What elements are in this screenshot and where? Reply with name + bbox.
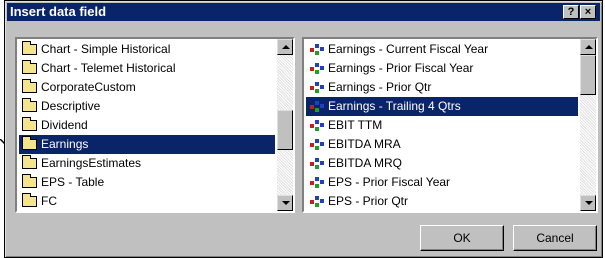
data-field-icon xyxy=(310,44,324,55)
scroll-down-arrow-icon xyxy=(282,201,290,205)
list-item[interactable]: Earnings - Prior Fiscal Year xyxy=(306,59,578,78)
scroll-down-arrow-icon xyxy=(585,201,593,205)
data-field-icon xyxy=(310,82,324,93)
window-title: Insert data field xyxy=(10,4,107,19)
list-item-label: EBIT TTM xyxy=(328,118,383,132)
list-item[interactable]: Earnings - Current Fiscal Year xyxy=(306,40,578,59)
folder-icon xyxy=(22,117,37,131)
list-item-label: Dividend xyxy=(41,118,88,132)
list-item-label: EBITDA MRQ xyxy=(328,156,403,170)
title-bar: Insert data field ? × xyxy=(7,3,600,21)
field-listbox[interactable]: Earnings - Current Fiscal Year Earnings -… xyxy=(302,37,598,213)
field-scroll-down-button[interactable] xyxy=(580,195,596,211)
list-item-label: EPS - Prior Fiscal Year xyxy=(328,175,451,189)
field-scroll-thumb[interactable] xyxy=(580,55,596,95)
data-field-icon xyxy=(310,63,324,74)
list-item[interactable]: EarningsEstimates xyxy=(19,154,275,173)
folder-icon xyxy=(22,98,37,112)
list-item[interactable]: FC xyxy=(19,192,275,211)
insert-data-field-dialog: Insert data field ? × Chart - Simple His… xyxy=(4,0,603,258)
data-field-icon xyxy=(310,139,324,150)
data-field-icon xyxy=(310,177,324,188)
list-item[interactable]: EBITDA MRA xyxy=(306,135,578,154)
field-scroll-up-button[interactable] xyxy=(580,39,596,55)
list-item-label: EarningsEstimates xyxy=(41,156,142,170)
category-list: Chart - Simple Historical Chart - Telemet… xyxy=(19,40,275,211)
list-item-label: EPS - Table xyxy=(41,175,105,189)
list-item[interactable]: Earnings - Prior Qtr xyxy=(306,78,578,97)
list-item-label: Earnings - Current Fiscal Year xyxy=(328,42,489,56)
list-item-label: Earnings - Trailing 4 Qtrs xyxy=(328,99,461,113)
list-item-label: FC xyxy=(41,194,57,208)
list-item[interactable]: Dividend xyxy=(19,116,275,135)
scroll-up-arrow-icon xyxy=(282,45,290,49)
folder-icon xyxy=(22,136,37,150)
field-scrollbar[interactable] xyxy=(580,39,596,211)
folder-icon xyxy=(22,41,37,55)
folder-icon xyxy=(22,155,37,169)
list-item-label: EBITDA MRA xyxy=(328,137,401,151)
list-item[interactable]: Descriptive xyxy=(19,97,275,116)
list-item-label: Chart - Telemet Historical xyxy=(41,61,176,75)
cancel-button[interactable]: Cancel xyxy=(513,225,597,251)
data-field-icon xyxy=(310,120,324,131)
list-item[interactable]: EPS - Prior Qtr xyxy=(306,192,578,211)
folder-icon xyxy=(22,60,37,74)
list-item[interactable]: Chart - Telemet Historical xyxy=(19,59,275,78)
list-item-label: EPS - Prior Qtr xyxy=(328,194,409,208)
list-item-label: Earnings - Prior Fiscal Year xyxy=(328,61,474,75)
list-item-label: Earnings xyxy=(41,137,89,151)
help-button[interactable]: ? xyxy=(563,5,579,19)
category-scroll-thumb[interactable] xyxy=(277,110,293,150)
field-list: Earnings - Current Fiscal Year Earnings -… xyxy=(306,40,578,211)
list-item[interactable]: Earnings - Trailing 4 Qtrs xyxy=(306,97,578,116)
folder-icon xyxy=(22,79,37,93)
category-scroll-down-button[interactable] xyxy=(277,195,293,211)
list-item-label: CorporateCustom xyxy=(41,80,136,94)
data-field-icon xyxy=(310,158,324,169)
category-listbox[interactable]: Chart - Simple Historical Chart - Telemet… xyxy=(15,37,295,213)
folder-icon xyxy=(22,193,37,207)
list-item[interactable]: Earnings xyxy=(19,135,275,154)
category-scrollbar[interactable] xyxy=(277,39,293,211)
close-button[interactable]: × xyxy=(580,5,596,19)
list-item[interactable]: EBITDA MRQ xyxy=(306,154,578,173)
list-item[interactable]: EPS - Table xyxy=(19,173,275,192)
list-item-label: Chart - Simple Historical xyxy=(41,42,171,56)
data-field-icon xyxy=(310,101,324,112)
list-item[interactable]: EPS - Prior Fiscal Year xyxy=(306,173,578,192)
list-item[interactable]: EBIT TTM xyxy=(306,116,578,135)
list-item[interactable]: CorporateCustom xyxy=(19,78,275,97)
data-field-icon xyxy=(310,196,324,207)
ok-button[interactable]: OK xyxy=(420,225,504,251)
scroll-up-arrow-icon xyxy=(585,45,593,49)
list-item-label: Earnings - Prior Qtr xyxy=(328,80,432,94)
category-scroll-up-button[interactable] xyxy=(277,39,293,55)
list-item[interactable]: Chart - Simple Historical xyxy=(19,40,275,59)
list-item-label: Descriptive xyxy=(41,99,101,113)
folder-icon xyxy=(22,174,37,188)
